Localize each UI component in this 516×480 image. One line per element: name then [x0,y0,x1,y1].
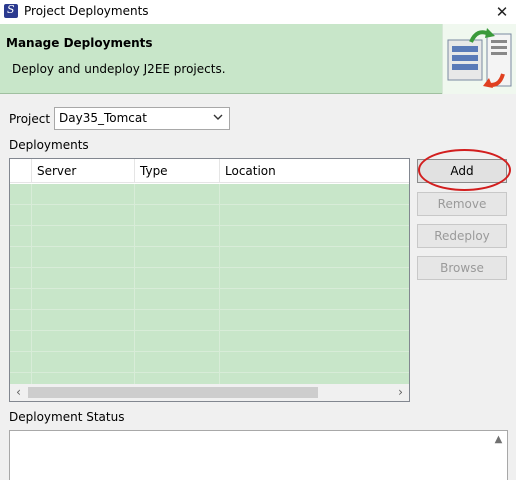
close-button[interactable]: ✕ [488,0,516,24]
deployment-status-label: Deployment Status [9,410,125,424]
table-body[interactable] [10,184,409,384]
title-bar: Project Deployments ✕ [0,0,516,24]
table-header: Server Type Location [10,159,409,183]
banner-description: Deploy and undeploy J2EE projects. [12,62,226,76]
deployments-table[interactable]: Server Type Location ‹ › [9,158,410,402]
scroll-left-icon[interactable]: ‹ [10,384,27,401]
deployments-label: Deployments [9,138,89,152]
column-header-select[interactable] [10,159,32,183]
deployment-status-textarea[interactable]: ▲ [9,430,508,480]
banner-title: Manage Deployments [6,36,153,50]
column-header-type[interactable]: Type [135,159,220,183]
column-header-server[interactable]: Server [32,159,135,183]
redeploy-button[interactable]: Redeploy [417,224,507,248]
horizontal-scrollbar[interactable]: ‹ › [10,384,409,401]
header-banner: Manage Deployments Deploy and undeploy J… [0,24,516,94]
app-icon [4,3,18,18]
project-label: Project [9,112,51,126]
scroll-right-icon[interactable]: › [392,384,409,401]
scrollbar-thumb[interactable] [28,387,318,398]
scroll-up-icon[interactable]: ▲ [490,431,507,448]
deploy-server-icon [442,24,516,94]
column-header-location[interactable]: Location [220,159,409,183]
browse-button[interactable]: Browse [417,256,507,280]
chevron-down-icon [213,114,223,120]
highlight-annotation [418,149,511,191]
project-selected-value: Day35_Tomcat [59,111,147,125]
project-dropdown[interactable]: Day35_Tomcat [54,107,230,130]
remove-button[interactable]: Remove [417,192,507,216]
window-title: Project Deployments [24,4,149,18]
